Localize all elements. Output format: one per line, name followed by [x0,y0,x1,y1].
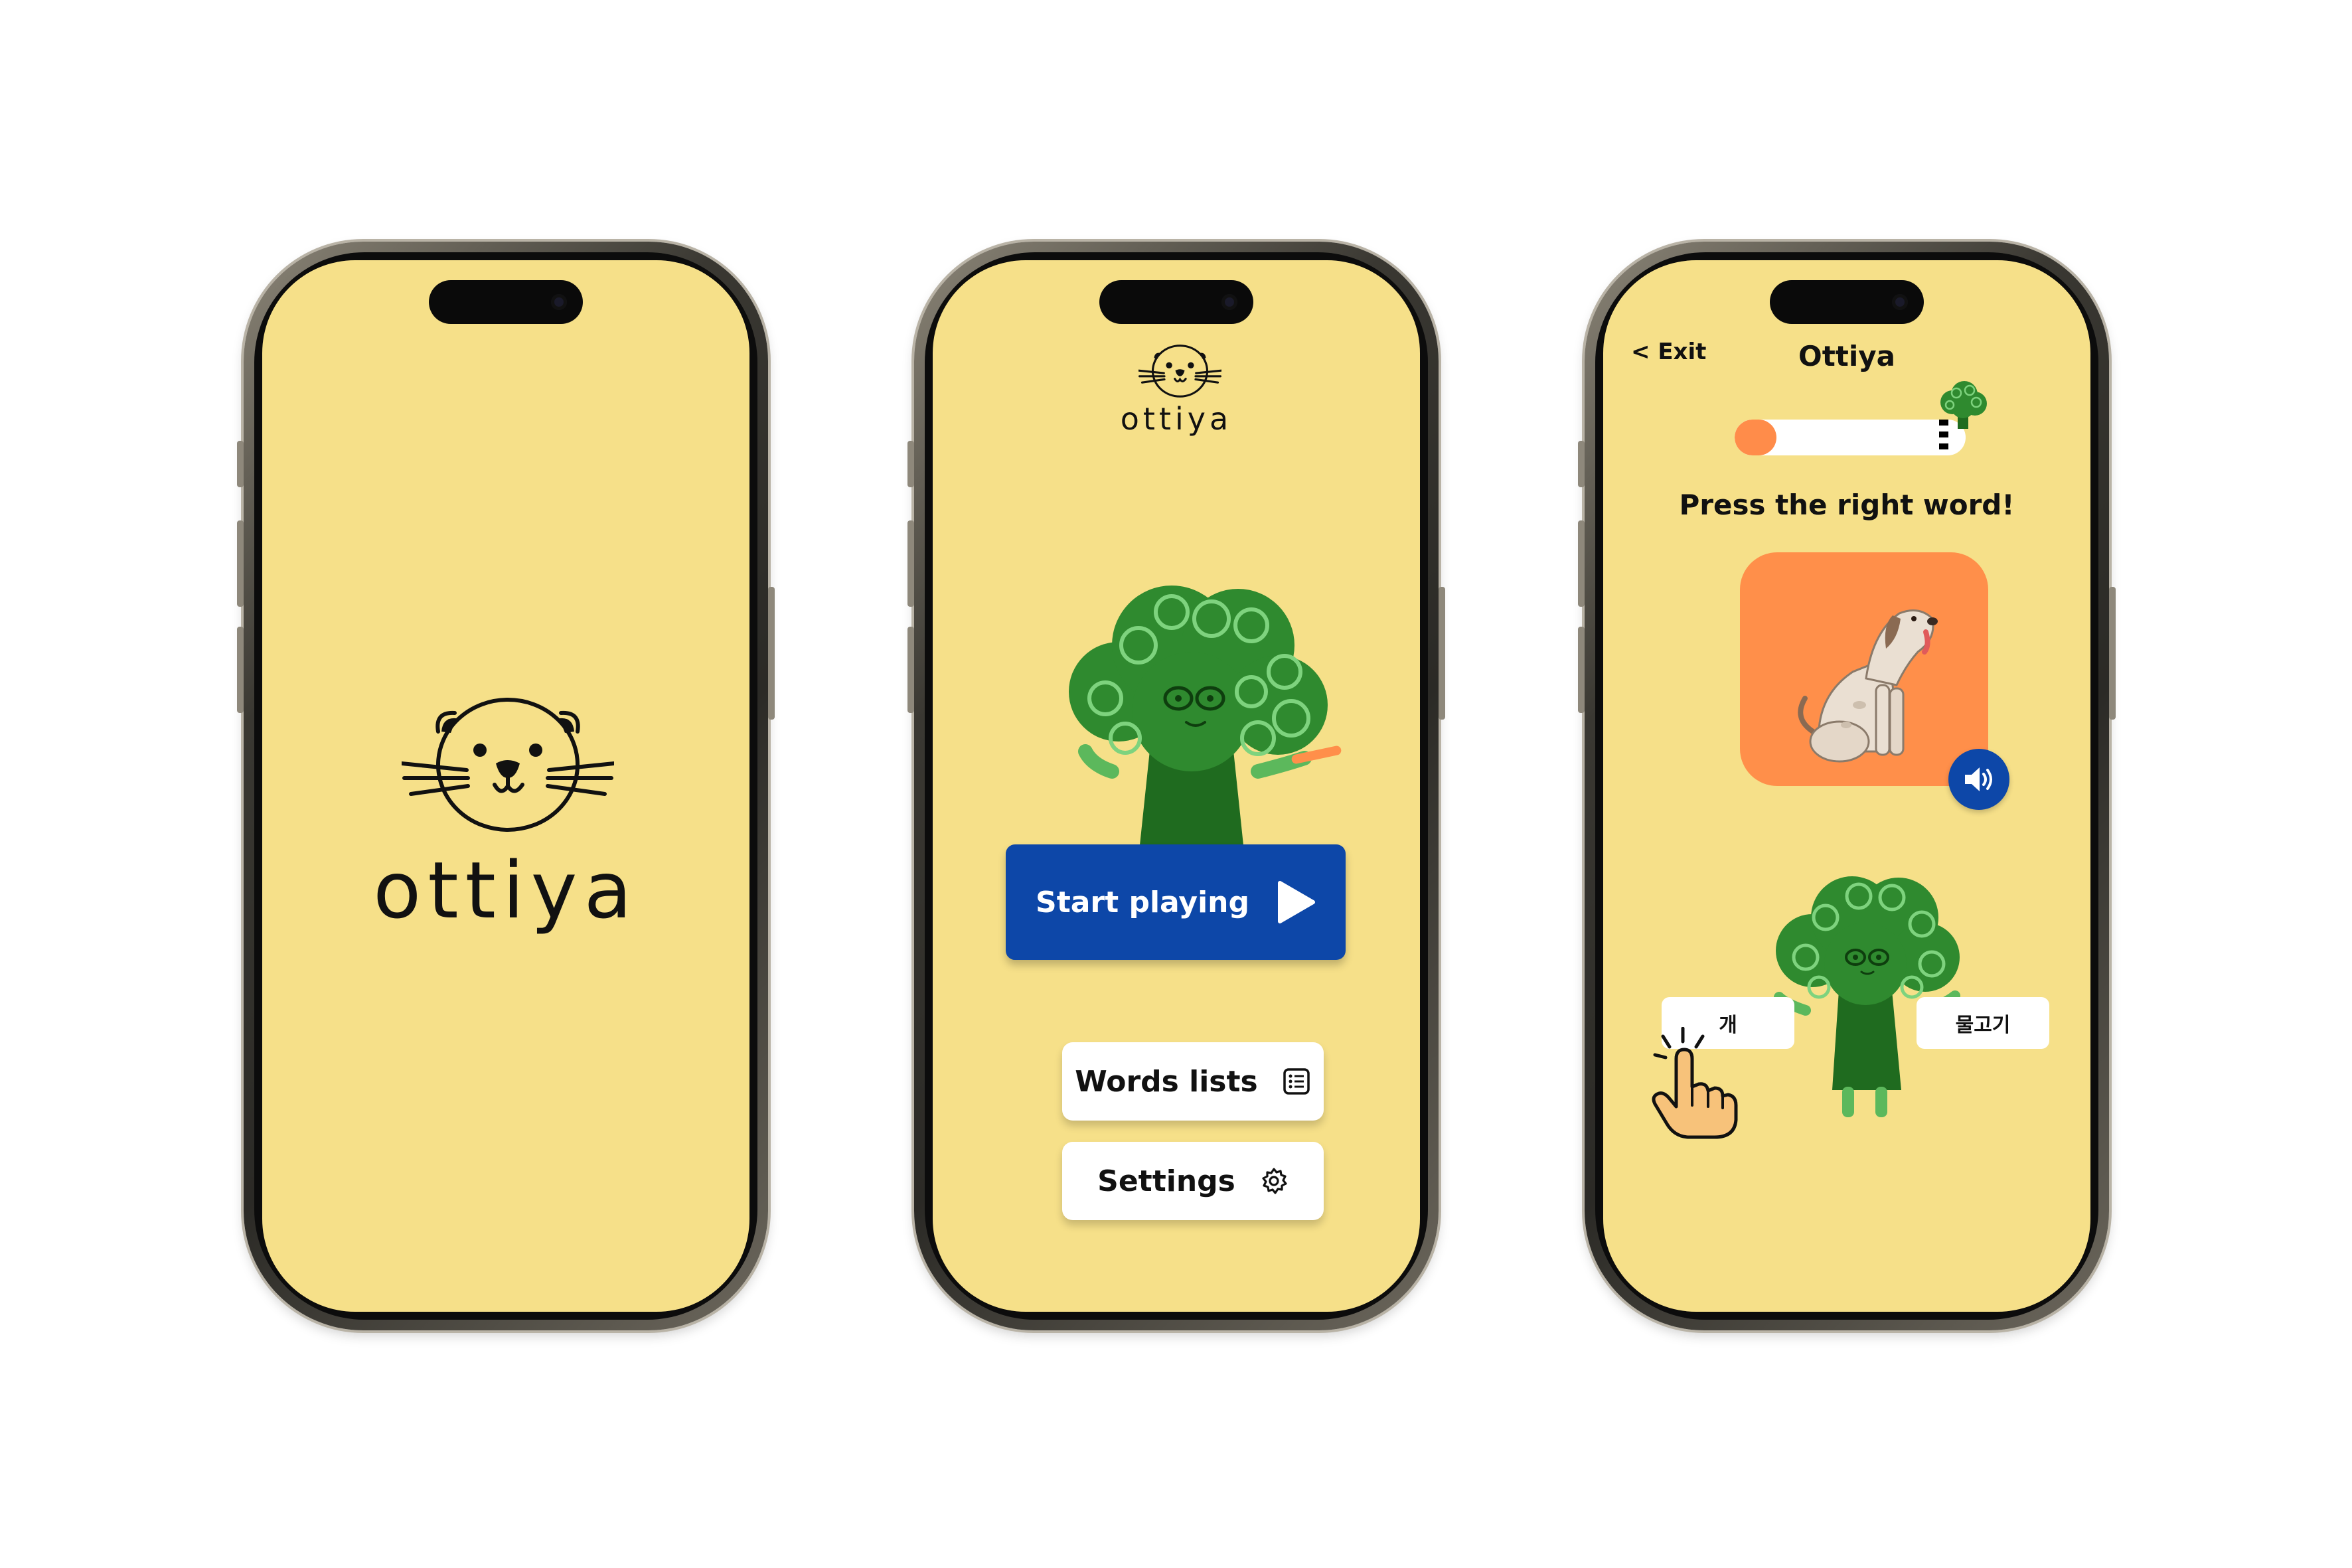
dynamic-island [1770,280,1924,324]
splash-screen: ottiya [262,260,749,1312]
settings-label: Settings [1097,1164,1235,1198]
instruction-text: Press the right word! [1679,489,2015,521]
list-icon [1283,1068,1310,1095]
phone-side-button [237,441,244,487]
game-screen: < Exit Ottiya Press the right word! 개 물고… [1603,260,2090,1312]
phone-side-button [1578,520,1585,607]
phone-side-button [1578,441,1585,487]
camera-icon [551,294,567,310]
otter-face-icon [1138,345,1221,398]
words-lists-label: Words lists [1075,1064,1258,1099]
progress-bar [1735,420,1966,455]
broccoli-goal-icon [1940,381,1987,429]
home-screen: ottiya Start playing Words lists Setting… [933,260,1420,1312]
dog-illustration [1740,552,1988,786]
phone-side-button [907,520,914,607]
camera-icon [1221,294,1237,310]
dynamic-island [429,280,583,324]
speaker-icon [1965,767,1992,791]
progress-fill [1735,420,1776,455]
otter-face-icon [402,698,614,832]
phone-side-button [768,587,775,720]
phone-side-button [907,627,914,713]
settings-button[interactable]: Settings [1062,1142,1324,1220]
phone-side-button [1578,627,1585,713]
phone-home: ottiya Start playing Words lists Setting… [907,242,1445,1330]
dog-icon [1798,609,1938,763]
phone-side-button [237,627,244,713]
play-sound-button[interactable] [1948,749,2009,810]
words-lists-button[interactable]: Words lists [1062,1042,1324,1121]
gear-icon [1262,1168,1287,1194]
phone-game: < Exit Ottiya Press the right word! 개 물고… [1578,242,2116,1330]
start-playing-label: Start playing [1036,885,1249,919]
phone-splash: ottiya [237,242,775,1330]
phone-side-button [907,441,914,487]
broccoli-mascot [1069,586,1342,858]
brand-wordmark: ottiya [373,844,639,936]
start-playing-button[interactable]: Start playing [1006,844,1346,960]
pointing-hand-icon [1652,1027,1738,1139]
play-icon [1277,881,1315,923]
phone-side-button [2109,587,2116,720]
phone-side-button [1439,587,1445,720]
page-title: Ottiya [1798,340,1895,372]
camera-icon [1892,294,1908,310]
brand-wordmark: ottiya [1120,401,1233,437]
dynamic-island [1099,280,1253,324]
answer-button[interactable]: 물고기 [1917,997,2049,1049]
phone-side-button [237,520,244,607]
